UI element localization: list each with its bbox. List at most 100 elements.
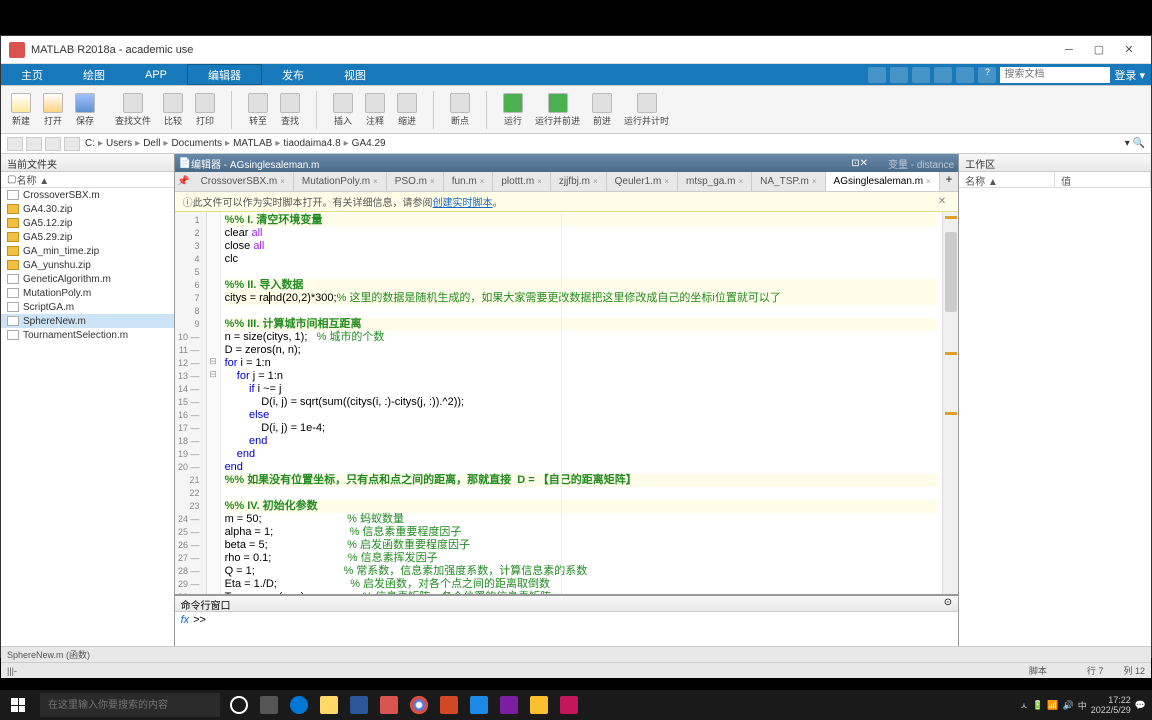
minimize-button[interactable]: ─ — [1055, 40, 1083, 60]
chrome-icon[interactable] — [404, 690, 434, 720]
system-tray[interactable]: ㅅ 🔋 📶 🔊 中 17:22 2022/5/29 💬 — [1014, 695, 1152, 715]
runtime-button[interactable]: 运行并计时 — [620, 91, 673, 129]
file-item[interactable]: GA4.30.zip — [1, 202, 174, 216]
ws-col-value[interactable]: 值 — [1055, 172, 1151, 187]
wifi-icon[interactable]: 📶 — [1047, 700, 1058, 711]
crumb[interactable]: GA4.29 — [350, 138, 388, 149]
command-body[interactable]: fx >> — [175, 612, 959, 646]
file-list[interactable]: CrossoverSBX.mGA4.30.zipGA5.12.zipGA5.29… — [1, 188, 174, 646]
fold-column[interactable]: ⊟⊟ — [207, 212, 221, 594]
file-tab[interactable]: zjjfbj.m× — [551, 172, 607, 191]
file-item[interactable]: GA_min_time.zip — [1, 244, 174, 258]
crumb[interactable]: Documents — [169, 138, 224, 149]
file-tab[interactable]: Qeuler1.m× — [607, 172, 678, 191]
up-icon[interactable] — [45, 137, 61, 151]
tab-plot[interactable]: 绘图 — [63, 64, 125, 85]
file-item[interactable]: GeneticAlgorithm.m — [1, 272, 174, 286]
tab-add-button[interactable]: + — [940, 172, 958, 191]
cortana-icon[interactable] — [224, 690, 254, 720]
doc-search-input[interactable] — [1000, 67, 1110, 83]
tab-close-icon[interactable]: × — [926, 177, 931, 186]
tab-editor[interactable]: 编辑器 — [187, 64, 262, 85]
file-tab[interactable]: PSO.m× — [387, 172, 444, 191]
tab-close-icon[interactable]: × — [738, 177, 743, 186]
login-button[interactable]: 登录 ▾ — [1114, 67, 1145, 83]
tab-close-icon[interactable]: × — [480, 177, 485, 186]
findtext-button[interactable]: 查找 — [276, 91, 304, 129]
notice-link[interactable]: 创建实时脚本 — [433, 194, 493, 209]
code-area[interactable]: 12345678910 —11 —12 —13 —14 —15 —16 —17 … — [175, 212, 959, 594]
indent-button[interactable]: 缩进 — [393, 91, 421, 129]
maximize-button[interactable]: ▢ — [1085, 40, 1113, 60]
scroll-thumb[interactable] — [945, 232, 957, 312]
paste-icon[interactable] — [934, 67, 952, 83]
tab-home[interactable]: 主页 — [1, 64, 63, 85]
tab-app[interactable]: APP — [125, 64, 187, 85]
edge-icon[interactable] — [284, 690, 314, 720]
file-tab[interactable]: mtsp_ga.m× — [678, 172, 752, 191]
variable-tab[interactable]: 变量 - distance — [888, 156, 954, 171]
findfiles-button[interactable]: 查找文件 — [111, 91, 155, 129]
crumb[interactable]: Users — [104, 138, 134, 149]
insert-button[interactable]: 插入 — [329, 91, 357, 129]
save-quick-icon[interactable] — [868, 67, 886, 83]
code-text[interactable]: %% I. 清空环境变量clear allclose allclc%% II. … — [221, 212, 943, 594]
tab-pin-icon[interactable]: 📌 — [175, 172, 193, 191]
comment-button[interactable]: 注释 — [361, 91, 389, 129]
taskbar-search-input[interactable] — [40, 693, 220, 717]
notice-close-icon[interactable]: ✕ — [934, 196, 950, 207]
explorer-icon[interactable] — [314, 690, 344, 720]
app-icon-4[interactable] — [554, 690, 584, 720]
run-button[interactable]: 运行 — [499, 91, 527, 129]
file-item[interactable]: TournamentSelection.m — [1, 328, 174, 342]
tab-close-icon[interactable]: × — [373, 177, 378, 186]
tab-close-icon[interactable]: × — [537, 177, 542, 186]
app-icon-1[interactable] — [464, 690, 494, 720]
breadcrumb-dropdown-icon[interactable]: ▾ 🔍 — [1125, 138, 1145, 149]
file-tab[interactable]: MutationPoly.m× — [294, 172, 387, 191]
file-item[interactable]: ScriptGA.m — [1, 300, 174, 314]
cmd-dock-icon[interactable]: ⊙ — [944, 597, 952, 610]
editor-close-icon[interactable]: ✕ — [860, 158, 868, 169]
open-button[interactable]: 打开 — [39, 91, 67, 129]
copy-icon[interactable] — [912, 67, 930, 83]
tab-close-icon[interactable]: × — [593, 177, 598, 186]
cut-icon[interactable] — [890, 67, 908, 83]
new-button[interactable]: 新建 — [7, 91, 35, 129]
matlab-icon[interactable] — [374, 690, 404, 720]
file-tab[interactable]: CrossoverSBX.m× — [193, 172, 294, 191]
file-tab[interactable]: plottt.m× — [493, 172, 550, 191]
help-icon[interactable]: ? — [978, 67, 996, 83]
start-button[interactable] — [0, 690, 36, 720]
crumb[interactable]: C: — [83, 138, 97, 149]
folder-col-name[interactable]: ▢ 名称 ▲ — [1, 172, 174, 188]
tab-publish[interactable]: 发布 — [262, 64, 324, 85]
tab-close-icon[interactable]: × — [280, 177, 285, 186]
workspace-header[interactable]: 名称 ▲ 值 — [959, 172, 1151, 188]
word-icon[interactable] — [344, 690, 374, 720]
compare-button[interactable]: 比较 — [159, 91, 187, 129]
tab-close-icon[interactable]: × — [430, 177, 435, 186]
crumb[interactable]: tiaodaima4.8 — [281, 138, 342, 149]
advance-button[interactable]: 前进 — [588, 91, 616, 129]
file-item[interactable]: GA5.12.zip — [1, 216, 174, 230]
tab-view[interactable]: 视图 — [324, 64, 386, 85]
file-item[interactable]: SphereNew.m — [1, 314, 174, 328]
file-item[interactable]: GA_yunshu.zip — [1, 258, 174, 272]
breakpoint-button[interactable]: 断点 — [446, 91, 474, 129]
folder-icon[interactable] — [64, 137, 80, 151]
vertical-scrollbar[interactable] — [942, 212, 958, 594]
notifications-icon[interactable]: 💬 — [1135, 700, 1146, 711]
file-tab[interactable]: fun.m× — [444, 172, 494, 191]
fx-icon[interactable]: fx — [181, 614, 190, 626]
crumb[interactable]: Dell — [141, 138, 162, 149]
clock[interactable]: 17:22 2022/5/29 — [1091, 695, 1131, 715]
fwd-icon[interactable] — [26, 137, 42, 151]
file-item[interactable]: GA5.29.zip — [1, 230, 174, 244]
crumb[interactable]: MATLAB — [231, 138, 274, 149]
tab-close-icon[interactable]: × — [664, 177, 669, 186]
tray-up-icon[interactable]: ㅅ — [1020, 699, 1028, 712]
breadcrumb-path[interactable]: C:▸Users▸Dell▸Documents▸MATLAB▸tiaodaima… — [83, 138, 388, 149]
print-button[interactable]: 打印 — [191, 91, 219, 129]
tab-close-icon[interactable]: × — [812, 177, 817, 186]
